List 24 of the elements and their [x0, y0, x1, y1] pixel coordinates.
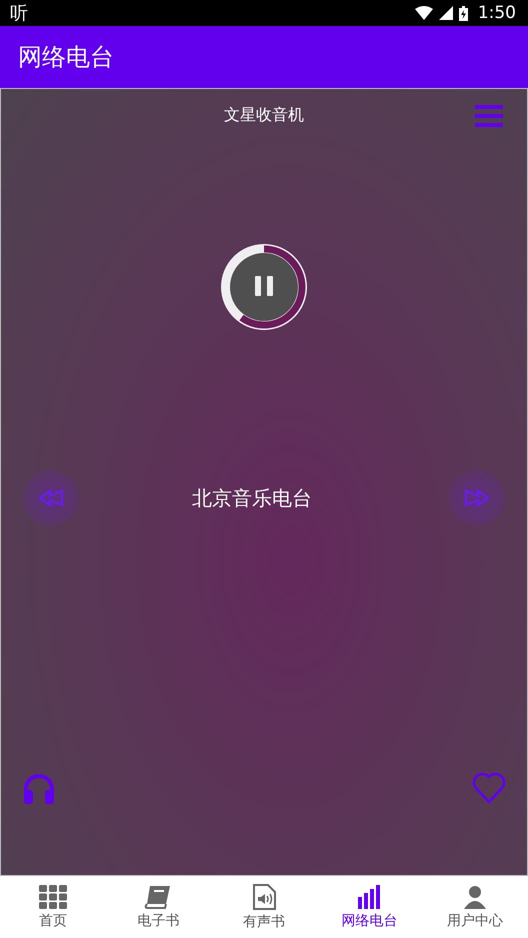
grid-icon: [38, 884, 67, 908]
player-title: 文星收音机: [224, 105, 304, 126]
rewind-icon: [38, 489, 64, 507]
fast-forward-icon: [464, 489, 490, 507]
battery-icon: [458, 6, 468, 20]
wifi-icon: [414, 6, 433, 20]
station-name: 北京音乐电台: [192, 484, 312, 512]
book-icon: [144, 884, 172, 908]
menu-icon[interactable]: [475, 105, 503, 127]
radio-bars-icon: [356, 884, 383, 908]
user-icon: [462, 884, 488, 908]
play-pause-button[interactable]: [219, 242, 309, 332]
nav-tab[interactable]: 电子书: [106, 876, 212, 938]
nav-tab[interactable]: 网络电台: [316, 876, 422, 938]
nav-tab[interactable]: 首页: [0, 876, 106, 938]
app-bar-title: 网络电台: [18, 42, 114, 73]
nav-tab[interactable]: 用户中心: [422, 876, 528, 938]
heart-icon[interactable]: [472, 772, 506, 804]
headphones-icon[interactable]: [22, 772, 56, 806]
clock-time: 1:50: [478, 3, 516, 23]
audio-file-icon: [250, 884, 277, 910]
app-mark: 听: [10, 2, 28, 25]
nav-tab[interactable]: 有声书: [211, 876, 317, 938]
signal-icon: [438, 6, 453, 20]
